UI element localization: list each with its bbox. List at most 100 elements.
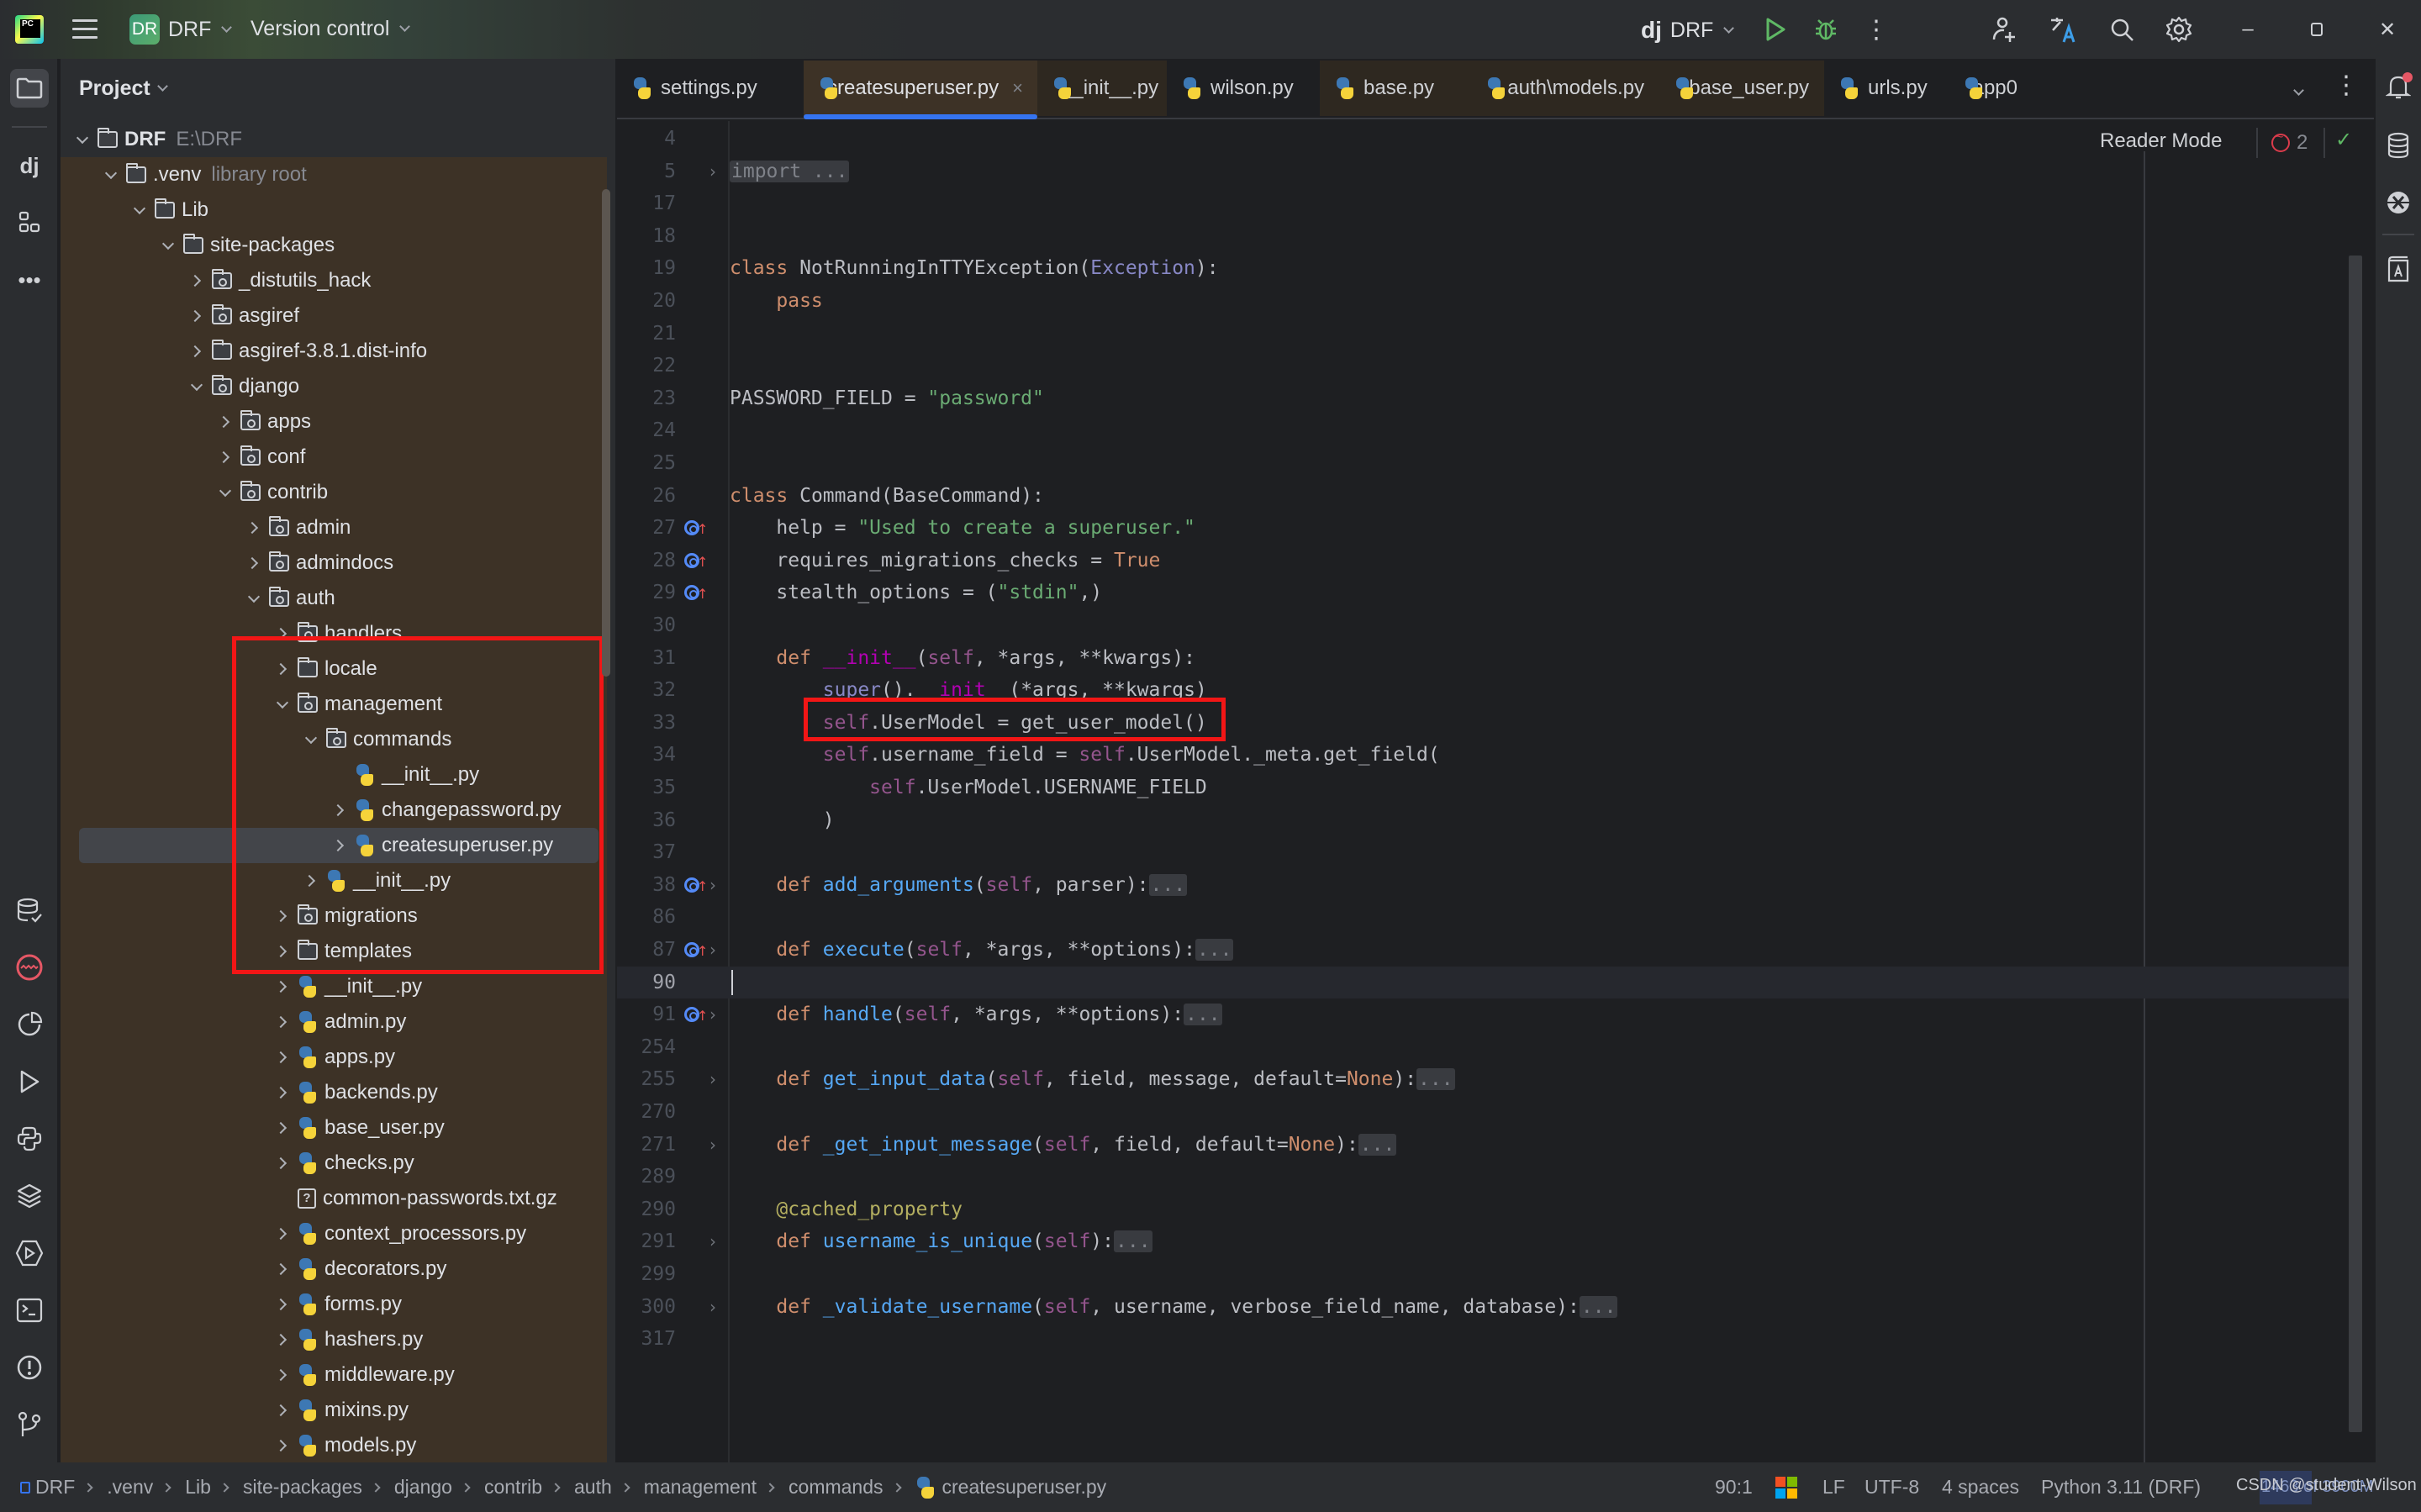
database-check-button[interactable] — [10, 891, 49, 930]
chevron-down-icon[interactable] — [215, 482, 235, 503]
code-editor[interactable]: 4 5 › import ... 17 18 19 class NotRunningInTTY… — [617, 121, 2374, 1462]
chevron-down-icon[interactable] — [187, 377, 207, 397]
tree-item[interactable]: base_user.py — [61, 1110, 599, 1146]
file-encoding[interactable]: UTF-8 — [1865, 1462, 1919, 1512]
chevron-down-icon[interactable] — [72, 129, 92, 150]
code-line[interactable]: 28 ↑ requires_migrations_checks = True — [617, 545, 2349, 577]
run-config-selector[interactable]: dj DRF — [1641, 17, 1735, 44]
tree-item[interactable]: locale — [61, 651, 599, 687]
chevron-down-icon[interactable] — [129, 200, 150, 220]
tree-item[interactable]: migrations — [61, 898, 599, 934]
code-line[interactable]: 4 — [617, 123, 2349, 155]
tree-item[interactable]: changepassword.py — [61, 793, 599, 828]
tree-item[interactable]: asgiref-3.8.1.dist-info — [61, 334, 599, 369]
code-line[interactable]: 32 super().__init__(*args, **kwargs) — [617, 674, 2349, 706]
code-line[interactable]: 270 — [617, 1096, 2349, 1128]
editor-tab[interactable]: wilson.py — [1167, 61, 1320, 116]
breadcrumb-item[interactable]: management — [644, 1476, 757, 1499]
code-line[interactable]: 300 › def _validate_username(self, userna… — [617, 1291, 2349, 1323]
tree-item[interactable]: middleware.py — [61, 1357, 599, 1393]
database-button[interactable] — [2382, 129, 2414, 161]
tree-item[interactable]: _distutils_hack — [61, 263, 599, 298]
ai-assistant-button[interactable] — [2382, 187, 2414, 219]
chevron-down-icon[interactable] — [272, 694, 293, 714]
chevron-right-icon[interactable] — [301, 871, 321, 891]
fold-expand-icon[interactable]: › — [709, 869, 716, 901]
project-tool-button[interactable] — [10, 69, 49, 108]
code-line[interactable]: 35 self.UserModel.USERNAME_FIELD — [617, 772, 2349, 803]
code-line[interactable]: 22 — [617, 350, 2349, 382]
tree-item[interactable]: models.py — [61, 1428, 599, 1462]
restore-button[interactable] — [2283, 0, 2350, 59]
code-line[interactable]: 299 — [617, 1258, 2349, 1290]
editor-tab[interactable]: createsuperuser.py × — [804, 61, 1037, 119]
project-selector[interactable]: DR DRF — [129, 14, 233, 45]
breadcrumb-item[interactable]: commands — [789, 1476, 883, 1499]
overrides-method-icon[interactable]: ↑ — [684, 1005, 708, 1024]
structure-button[interactable] — [10, 203, 49, 242]
code-line[interactable]: 91 ↑ › def handle(self, *args, **options):… — [617, 998, 2349, 1030]
overrides-method-icon[interactable]: ↑ — [684, 519, 708, 537]
problems-button[interactable] — [10, 1348, 49, 1387]
editor-tab[interactable]: __init__.py — [1037, 61, 1167, 116]
chevron-right-icon[interactable] — [272, 941, 293, 961]
caret-position[interactable]: 90:1 — [1715, 1462, 1753, 1512]
code-line[interactable]: 31 def __init__(self, *args, **kwargs): — [617, 642, 2349, 674]
tree-item[interactable]: management — [61, 687, 599, 722]
chevron-right-icon[interactable] — [272, 1330, 293, 1350]
fold-expand-icon[interactable]: › — [709, 155, 716, 187]
code-line[interactable]: 17 — [617, 187, 2349, 219]
fold-expand-icon[interactable]: › — [709, 1291, 716, 1323]
chevron-right-icon[interactable] — [272, 1012, 293, 1032]
tree-item[interactable]: mixins.py — [61, 1393, 599, 1428]
tree-item[interactable]: DRF E:\DRF — [61, 122, 599, 157]
tree-item[interactable]: checks.py — [61, 1146, 599, 1181]
chevron-right-icon[interactable] — [272, 1365, 293, 1385]
code-line[interactable]: 33 self.UserModel = get_user_model() — [617, 707, 2349, 739]
code-line[interactable]: 271 › def _get_input_message(self, field,… — [617, 1129, 2349, 1161]
code-line[interactable]: 23 PASSWORD_FIELD = "password" — [617, 382, 2349, 414]
notifications-button[interactable] — [2382, 71, 2414, 103]
tree-item[interactable]: .venv library root — [61, 157, 599, 192]
code-line[interactable]: 317 — [617, 1323, 2349, 1355]
tree-item[interactable]: forms.py — [61, 1287, 599, 1322]
tree-item[interactable]: __init__.py — [61, 863, 599, 898]
editor-tab[interactable]: urls.py — [1824, 61, 1949, 116]
run-tool-button[interactable] — [10, 1062, 49, 1101]
tab-list-dropdown[interactable] — [2292, 74, 2304, 100]
windows-logo-icon[interactable] — [1775, 1462, 1797, 1512]
code-line[interactable]: 87 ↑ › def execute(self, *args, **options)… — [617, 934, 2349, 966]
code-line[interactable]: 18 — [617, 220, 2349, 252]
code-line[interactable]: 34 self.username_field = self.UserModel.… — [617, 739, 2349, 771]
python-interpreter[interactable]: Python 3.11 (DRF) — [2041, 1462, 2201, 1512]
chevron-right-icon[interactable] — [272, 977, 293, 997]
settings-button[interactable] — [2145, 0, 2213, 59]
tree-item[interactable]: apps — [61, 404, 599, 440]
code-line[interactable]: 30 — [617, 609, 2349, 641]
tree-scrollbar[interactable] — [602, 189, 610, 1408]
tree-item[interactable]: admindocs — [61, 545, 599, 581]
tree-item[interactable]: ? common-passwords.txt.gz — [61, 1181, 599, 1216]
code-line[interactable]: 29 ↑ stealth_options = ("stdin",) — [617, 577, 2349, 608]
tree-item[interactable]: Lib — [61, 192, 599, 228]
chevron-right-icon[interactable] — [330, 835, 350, 856]
vcs-selector[interactable]: Version control — [251, 17, 411, 41]
chevron-right-icon[interactable] — [272, 1047, 293, 1067]
code-line[interactable]: 289 — [617, 1161, 2349, 1193]
code-line[interactable]: 20 pass — [617, 285, 2349, 317]
services-button[interactable] — [10, 1234, 49, 1272]
indent-setting[interactable]: 4 spaces — [1942, 1462, 2019, 1512]
chevron-down-icon[interactable] — [301, 730, 321, 750]
inspection-ok-icon[interactable]: ✓ — [2323, 128, 2352, 158]
code-line[interactable]: 255 › def get_input_data(self, field, mes… — [617, 1063, 2349, 1095]
git-button[interactable] — [10, 1405, 49, 1444]
tree-item[interactable]: contrib — [61, 475, 599, 510]
more-actions-button[interactable]: ⋮ — [1843, 0, 1910, 59]
chevron-right-icon[interactable] — [272, 906, 293, 926]
chevron-right-icon[interactable] — [244, 553, 264, 573]
chevron-right-icon[interactable] — [272, 1259, 293, 1279]
tree-item[interactable]: __init__.py — [61, 757, 599, 793]
fold-expand-icon[interactable]: › — [709, 998, 716, 1030]
terminal-button[interactable] — [10, 1291, 49, 1330]
editor-tab[interactable]: base.py — [1320, 61, 1471, 116]
